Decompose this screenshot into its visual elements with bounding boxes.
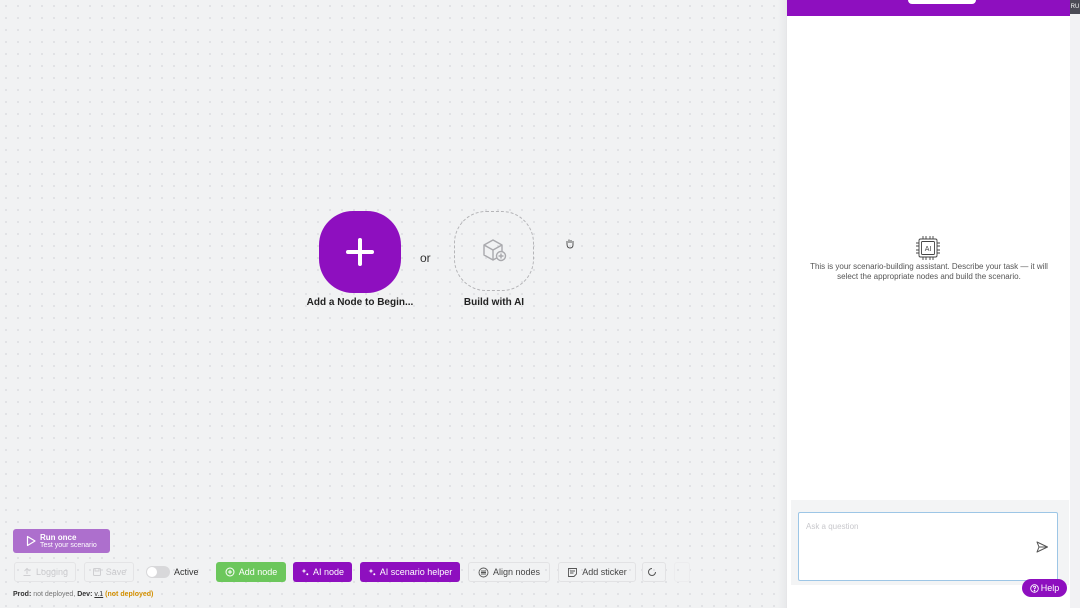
deployment-status: Prod: not deployed, Dev: v.1 (not deploy… <box>13 591 153 598</box>
run-once-subtitle: Test your scenario <box>40 541 97 549</box>
run-once-title: Run once <box>40 532 77 542</box>
add-sticker-button[interactable]: Add sticker <box>558 562 636 582</box>
chat-input-box[interactable] <box>798 512 1058 581</box>
active-label: Active <box>174 567 199 577</box>
prod-label: Prod: <box>13 591 32 598</box>
panel-header <box>787 0 1071 16</box>
question-circle-icon <box>1029 583 1039 593</box>
ai-node-button[interactable]: AI node <box>293 562 352 582</box>
align-icon <box>478 567 489 577</box>
build-with-ai-button[interactable] <box>454 211 534 291</box>
hand-cursor-icon <box>566 239 574 249</box>
cube-plus-icon <box>483 239 507 262</box>
sticker-icon <box>568 567 578 577</box>
prod-status: not deployed, <box>33 591 76 598</box>
active-toggle[interactable] <box>146 566 170 578</box>
assistant-description: This is your scenario-building assistant… <box>810 262 1048 281</box>
add-node-label: Add a Node to Begin... <box>306 297 414 308</box>
send-icon[interactable] <box>1035 540 1049 554</box>
sparkle-icon <box>301 568 309 576</box>
dev-version-link[interactable]: v.1 <box>94 591 103 598</box>
save-label: Save <box>105 567 127 577</box>
dev-status: (not deployed) <box>105 591 154 598</box>
ai-chip-icon: AI <box>916 236 940 260</box>
sparkle-icon <box>368 568 376 576</box>
refresh-icon <box>648 568 656 576</box>
add-first-node-button[interactable] <box>319 211 401 293</box>
language-tab[interactable]: RU <box>1070 0 1080 14</box>
logging-button[interactable]: Logging <box>14 562 76 582</box>
right-edge-strip: RU <box>1070 0 1080 608</box>
save-button[interactable]: Save <box>84 562 134 582</box>
help-button[interactable]: Help <box>1022 579 1067 597</box>
save-icon <box>92 568 101 576</box>
plus-circle-icon <box>225 567 235 577</box>
add-sticker-label: Add sticker <box>582 567 627 577</box>
canvas-panel-divider <box>778 0 786 608</box>
ask-question-input[interactable] <box>799 513 1023 573</box>
ai-chip-label: AI <box>925 246 932 253</box>
dev-label: Dev: <box>77 591 93 598</box>
help-label: Help <box>1040 583 1060 593</box>
add-node-button-label: Add node <box>238 567 278 577</box>
ai-node-button-label: AI node <box>312 567 345 577</box>
build-with-ai-label: Build with AI <box>463 297 525 308</box>
or-separator: or <box>420 251 431 265</box>
ai-scenario-helper-label: AI scenario helper <box>379 567 453 577</box>
add-node-button[interactable]: Add node <box>216 562 286 582</box>
align-nodes-button[interactable]: Align nodes <box>468 562 550 582</box>
upload-icon <box>23 567 31 576</box>
align-nodes-label: Align nodes <box>492 567 541 577</box>
play-icon <box>26 535 36 547</box>
panel-header-tab[interactable] <box>908 0 976 4</box>
ai-scenario-helper-button[interactable]: AI scenario helper <box>360 562 460 582</box>
logging-label: Logging <box>35 567 69 577</box>
run-once-button[interactable]: Run once Test your scenario <box>13 529 110 553</box>
more-button[interactable] <box>674 562 690 582</box>
refresh-button[interactable] <box>642 562 666 582</box>
